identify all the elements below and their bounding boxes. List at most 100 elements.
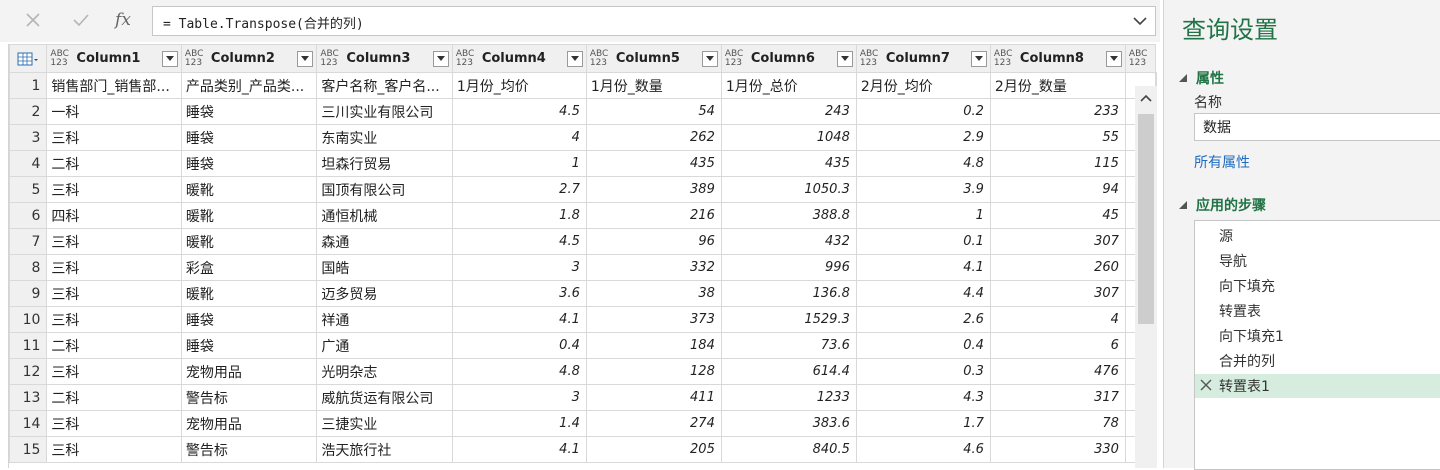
- table-cell[interactable]: 0.3: [855, 358, 991, 385]
- table-cell[interactable]: 2.6: [855, 306, 991, 333]
- table-cell[interactable]: 坦森行贸易: [316, 150, 453, 177]
- table-cell[interactable]: 三科: [46, 228, 182, 255]
- filter-dropdown-icon[interactable]: [297, 50, 314, 67]
- table-cell[interactable]: 1.4: [451, 410, 587, 437]
- table-cell[interactable]: 38: [585, 280, 722, 307]
- table-cell[interactable]: 184: [585, 332, 722, 359]
- table-cell[interactable]: 宠物用品: [180, 358, 318, 385]
- column-header-4[interactable]: ABC 123 Column4: [451, 44, 587, 73]
- row-number[interactable]: 5: [9, 176, 48, 203]
- delete-step-x-icon[interactable]: [1200, 377, 1212, 395]
- row-number[interactable]: 2: [9, 98, 48, 125]
- table-cell[interactable]: 373: [585, 306, 722, 333]
- table-cell[interactable]: 388.8: [720, 202, 857, 229]
- table-cell[interactable]: 54: [585, 98, 722, 125]
- column-header-3[interactable]: ABC 123 Column3: [316, 44, 453, 73]
- table-cell[interactable]: 411: [585, 384, 722, 411]
- type-any-icon[interactable]: ABC 123: [185, 49, 207, 68]
- applied-step-item[interactable]: 转置表: [1195, 299, 1440, 323]
- filter-dropdown-icon[interactable]: [970, 50, 987, 67]
- table-cell[interactable]: 614.4: [720, 358, 857, 385]
- table-row[interactable]: 6 四科 暖靴 通恒机械 1.8 216 388.8 1 45: [9, 202, 1157, 229]
- table-cell[interactable]: 三科: [46, 124, 182, 151]
- table-cell[interactable]: 二科: [46, 332, 182, 359]
- table-row[interactable]: 7 三科 暖靴 森通 4.5 96 432 0.1 307: [9, 228, 1157, 255]
- table-cell[interactable]: 森通: [316, 228, 453, 255]
- table-cell[interactable]: 三科: [46, 176, 182, 203]
- table-cell[interactable]: 三川实业有限公司: [316, 98, 453, 125]
- table-cell[interactable]: 4: [451, 124, 587, 151]
- table-cell[interactable]: 1: [451, 150, 587, 177]
- table-cell[interactable]: 1050.3: [720, 176, 857, 203]
- table-cell[interactable]: 三科: [46, 436, 182, 463]
- table-cell[interactable]: 128: [585, 358, 722, 385]
- table-cell[interactable]: 4: [989, 306, 1126, 333]
- table-cell[interactable]: 睡袋: [180, 124, 318, 151]
- table-cell[interactable]: 1月份_总价: [720, 72, 857, 99]
- formula-input[interactable]: [161, 11, 1125, 33]
- table-cell[interactable]: 迈多贸易: [316, 280, 453, 307]
- table-row[interactable]: 9 三科 暖靴 迈多贸易 3.6 38 136.8 4.4 307: [9, 280, 1157, 307]
- properties-section-toggle[interactable]: 属性: [1178, 68, 1224, 88]
- filter-dropdown-icon[interactable]: [161, 50, 178, 67]
- applied-step-item[interactable]: 导航: [1195, 249, 1440, 273]
- table-cell[interactable]: 警告标: [180, 436, 318, 463]
- table-row[interactable]: 5 三科 暖靴 国顶有限公司 2.7 389 1050.3 3.9 94: [9, 176, 1157, 203]
- table-cell[interactable]: 二科: [46, 384, 182, 411]
- table-cell[interactable]: 260: [989, 254, 1126, 281]
- confirm-check-icon[interactable]: [66, 6, 96, 34]
- table-cell[interactable]: 3: [451, 254, 587, 281]
- table-cell[interactable]: 4.4: [855, 280, 991, 307]
- table-row[interactable]: 10 三科 睡袋 祥通 4.1 373 1529.3 2.6 4: [9, 306, 1157, 333]
- type-any-icon[interactable]: ABC 123: [590, 49, 612, 68]
- table-cell[interactable]: 274: [585, 410, 722, 437]
- table-cell[interactable]: 96: [585, 228, 722, 255]
- type-any-icon[interactable]: ABC 123: [50, 49, 72, 68]
- table-cell[interactable]: 2.7: [451, 176, 587, 203]
- table-cell[interactable]: 一科: [46, 98, 182, 125]
- table-cell[interactable]: 东南实业: [316, 124, 453, 151]
- table-cell[interactable]: 暖靴: [180, 202, 318, 229]
- row-number[interactable]: 13: [9, 384, 48, 411]
- table-cell[interactable]: 330: [989, 436, 1126, 463]
- table-cell[interactable]: 1月份_均价: [451, 72, 587, 99]
- table-cell[interactable]: 55: [989, 124, 1126, 151]
- table-row[interactable]: 8 三科 彩盒 国皓 3 332 996 4.1 260: [9, 254, 1157, 281]
- row-number[interactable]: 9: [9, 280, 48, 307]
- table-cell[interactable]: 1233: [720, 384, 857, 411]
- table-cell[interactable]: 3.6: [451, 280, 587, 307]
- table-cell[interactable]: 客户名称_客户名...: [316, 72, 453, 99]
- table-cell[interactable]: 216: [585, 202, 722, 229]
- table-cell[interactable]: 0.1: [855, 228, 991, 255]
- type-any-icon[interactable]: ABC 123: [456, 49, 478, 68]
- row-number[interactable]: 15: [9, 436, 48, 463]
- table-cell[interactable]: 产品类别_产品类...: [180, 72, 318, 99]
- table-cell[interactable]: 警告标: [180, 384, 318, 411]
- type-any-icon[interactable]: ABC 123: [1129, 49, 1151, 68]
- type-any-icon[interactable]: ABC 123: [725, 49, 747, 68]
- table-cell[interactable]: 4.1: [451, 436, 587, 463]
- table-cell[interactable]: 0.4: [855, 332, 991, 359]
- type-any-icon[interactable]: ABC 123: [994, 49, 1016, 68]
- row-number[interactable]: 3: [9, 124, 48, 151]
- table-cell[interactable]: 光明杂志: [316, 358, 453, 385]
- table-cell[interactable]: 3.9: [855, 176, 991, 203]
- filter-dropdown-icon[interactable]: [836, 50, 853, 67]
- name-field[interactable]: [1201, 118, 1435, 136]
- table-cell[interactable]: 2月份_数量: [989, 72, 1126, 99]
- table-cell[interactable]: 彩盒: [180, 254, 318, 281]
- row-number[interactable]: 12: [9, 358, 48, 385]
- row-number[interactable]: 11: [9, 332, 48, 359]
- table-cell[interactable]: 262: [585, 124, 722, 151]
- column-header-5[interactable]: ABC 123 Column5: [585, 44, 722, 73]
- row-number[interactable]: 6: [9, 202, 48, 229]
- table-cell[interactable]: 4.1: [451, 306, 587, 333]
- table-cell[interactable]: 4.5: [451, 98, 587, 125]
- all-properties-link[interactable]: 所有属性: [1194, 152, 1250, 172]
- table-cell[interactable]: 3: [451, 384, 587, 411]
- table-cell[interactable]: 浩天旅行社: [316, 436, 453, 463]
- table-cell[interactable]: 2.9: [855, 124, 991, 151]
- table-row[interactable]: 15 三科 警告标 浩天旅行社 4.1 205 840.5 4.6 330: [9, 436, 1157, 463]
- column-header-2[interactable]: ABC 123 Column2: [180, 44, 318, 73]
- table-cell[interactable]: 宠物用品: [180, 410, 318, 437]
